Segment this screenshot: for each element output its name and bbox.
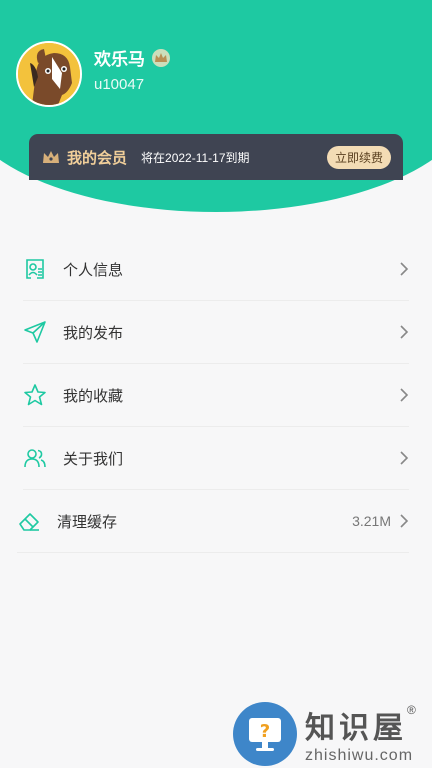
menu-item-label: 个人信息: [63, 261, 124, 279]
paper-plane-icon: [23, 320, 47, 344]
avatar[interactable]: [16, 41, 82, 107]
eraser-icon: [17, 509, 41, 533]
renew-button[interactable]: 立即续费: [326, 145, 391, 169]
chevron-right-icon: [400, 262, 409, 276]
chevron-right-icon: [400, 514, 409, 528]
horse-avatar-icon: [18, 43, 80, 105]
vip-expire-text: 将在2022-11-17到期: [141, 150, 250, 165]
monitor-question-icon: ?: [233, 702, 297, 766]
star-icon: [23, 383, 47, 407]
users-icon: [23, 446, 47, 470]
vip-card[interactable]: 我的会员 将在2022-11-17到期 立即续费: [29, 134, 403, 180]
registered-mark: ®: [407, 703, 416, 717]
username: 欢乐马: [94, 50, 145, 69]
menu-item-favorites[interactable]: 我的收藏: [23, 364, 409, 427]
chevron-right-icon: [400, 451, 409, 465]
watermark-brand: 知识屋: [305, 711, 407, 746]
chevron-right-icon: [400, 388, 409, 402]
username-row: 欢乐马: [94, 45, 171, 70]
id-card-icon: [23, 257, 47, 281]
menu-item-personal-info[interactable]: 个人信息: [23, 238, 409, 301]
settings-menu: 个人信息 我的发布 我的收藏 关于我们 清理缓存 3.21M: [17, 238, 409, 553]
watermark-domain: zhishiwu.com: [305, 747, 414, 764]
vip-title: 我的会员: [67, 149, 128, 167]
vip-crown-icon: [152, 48, 170, 67]
chevron-right-icon: [400, 325, 409, 339]
menu-item-my-posts[interactable]: 我的发布: [23, 301, 409, 364]
watermark: ? 知识屋 ® zhishiwu.com: [233, 700, 432, 768]
header-background: [0, 0, 432, 212]
menu-item-label: 我的收藏: [63, 387, 124, 405]
crown-icon: [43, 151, 59, 163]
cache-size: 3.21M: [352, 513, 391, 529]
profile-header: 欢乐马 u10047 我的会员 将在2022-11-17到期 立即续费: [0, 0, 432, 215]
menu-item-label: 关于我们: [63, 450, 124, 468]
menu-item-about-us[interactable]: 关于我们: [23, 427, 409, 490]
menu-item-clear-cache[interactable]: 清理缓存 3.21M: [17, 490, 409, 553]
menu-item-label: 我的发布: [63, 324, 124, 342]
menu-item-label: 清理缓存: [57, 513, 118, 531]
svg-text:?: ?: [260, 721, 270, 742]
user-id: u10047: [94, 76, 145, 93]
